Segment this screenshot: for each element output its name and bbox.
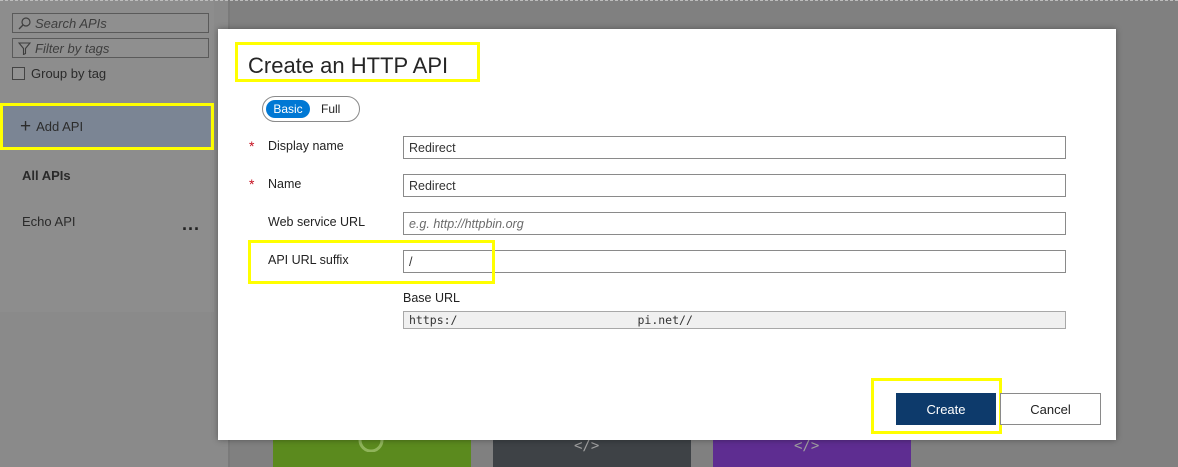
filter-placeholder: Filter by tags [35, 40, 110, 56]
filter-by-tags-input[interactable]: Filter by tags [12, 38, 209, 58]
cancel-button[interactable]: Cancel [1000, 393, 1101, 425]
required-marker: * [249, 138, 255, 154]
name-label: Name [268, 177, 302, 191]
highlight-add-api [0, 103, 214, 150]
name-input[interactable]: Redirect [403, 174, 1066, 197]
toggle-full[interactable]: Full [321, 100, 340, 118]
search-icon [13, 16, 35, 30]
display-name-label: Display name [268, 139, 344, 153]
base-url-text: https:/ pi.net// [409, 313, 693, 327]
top-border [0, 0, 1178, 1]
checkbox-box[interactable] [12, 67, 25, 80]
base-url-label: Base URL [403, 291, 460, 305]
group-by-tag-checkbox[interactable]: Group by tag [12, 66, 106, 81]
tile-ring-icon [358, 440, 384, 452]
code-icon: </> [794, 438, 820, 454]
required-marker: * [249, 176, 255, 192]
highlight-create-button [871, 378, 1002, 434]
more-options-icon[interactable]: ... [182, 215, 200, 233]
code-icon: </> [574, 438, 600, 454]
group-by-tag-label: Group by tag [31, 66, 107, 81]
highlight-api-url-suffix [248, 240, 495, 284]
create-http-api-dialog: Create an HTTP API Basic Full * Display … [218, 29, 1116, 440]
all-apis-heading[interactable]: All APIs [22, 168, 71, 183]
web-service-url-label: Web service URL [268, 215, 366, 229]
display-name-input[interactable]: Redirect [403, 136, 1066, 159]
highlight-title [235, 42, 480, 82]
api-url-suffix-input[interactable]: / [403, 250, 1066, 273]
base-url-value: https:/ pi.net// [403, 311, 1066, 329]
search-placeholder: Search APIs [35, 15, 107, 31]
web-service-url-input[interactable]: e.g. http://httpbin.org [403, 212, 1066, 235]
search-apis-input[interactable]: Search APIs [12, 13, 209, 33]
filter-icon [13, 41, 35, 55]
api-list-item-echo[interactable]: Echo API [22, 214, 75, 229]
basic-full-toggle[interactable]: Basic Full [262, 96, 360, 122]
toggle-basic[interactable]: Basic [266, 100, 310, 118]
